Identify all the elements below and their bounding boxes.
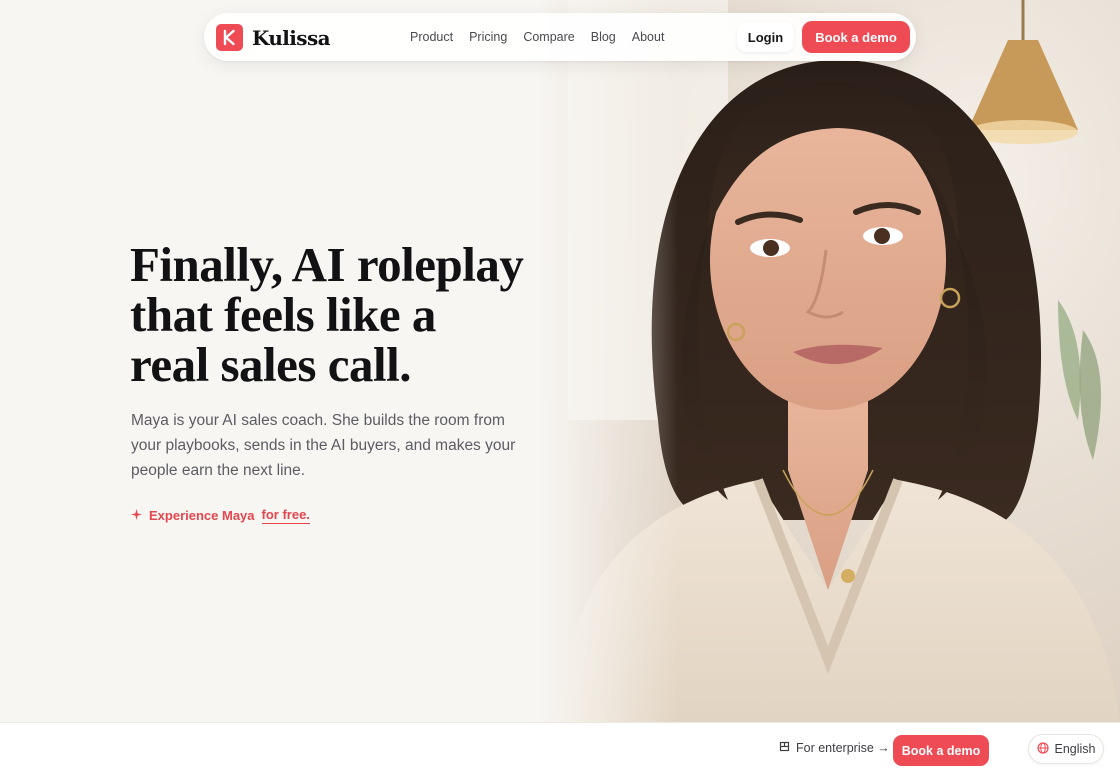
- photo-fade-overlay: [538, 0, 678, 722]
- hero-photo: [538, 0, 1120, 722]
- nav-link-compare[interactable]: Compare: [515, 30, 582, 44]
- building-icon: [779, 741, 790, 755]
- sparkle-icon: [131, 508, 142, 523]
- for-enterprise-label: For enterprise →: [796, 741, 890, 755]
- book-demo-bottom-button[interactable]: Book a demo: [893, 735, 989, 766]
- language-selector[interactable]: English: [1028, 734, 1104, 764]
- experience-maya-link[interactable]: Experience Maya for free.: [131, 507, 310, 524]
- headline-line-3: real sales call.: [130, 337, 411, 392]
- landing-page: Kulissa Product Pricing Compare Blog Abo…: [0, 0, 1120, 778]
- brand[interactable]: Kulissa: [216, 24, 331, 51]
- for-enterprise-link[interactable]: For enterprise →: [779, 741, 890, 755]
- book-demo-button[interactable]: Book a demo: [802, 21, 910, 53]
- language-label: English: [1054, 742, 1096, 756]
- nav-link-blog[interactable]: Blog: [583, 30, 624, 44]
- nav-links: Product Pricing Compare Blog About: [402, 13, 672, 61]
- cta-label-underlined: for free.: [261, 507, 310, 524]
- login-button[interactable]: Login: [737, 22, 794, 52]
- hero-subtext: Maya is your AI sales coach. She builds …: [131, 412, 516, 479]
- nav-link-product[interactable]: Product: [402, 30, 461, 44]
- nav-link-about[interactable]: About: [624, 30, 673, 44]
- bottom-bar: For enterprise → Book a demo English: [0, 722, 1120, 778]
- hero-headline: Finally, AI roleplay that feels like a r…: [130, 240, 530, 390]
- k-logo-icon: [216, 24, 243, 51]
- top-nav: Kulissa Product Pricing Compare Blog Abo…: [204, 13, 916, 61]
- nav-link-pricing[interactable]: Pricing: [461, 30, 515, 44]
- headline-line-2: that feels like a: [130, 287, 436, 342]
- cta-label: Experience Maya: [149, 508, 255, 523]
- brand-name: Kulissa: [252, 25, 331, 50]
- headline-line-1: Finally, AI roleplay: [130, 237, 524, 292]
- globe-icon: [1036, 741, 1049, 757]
